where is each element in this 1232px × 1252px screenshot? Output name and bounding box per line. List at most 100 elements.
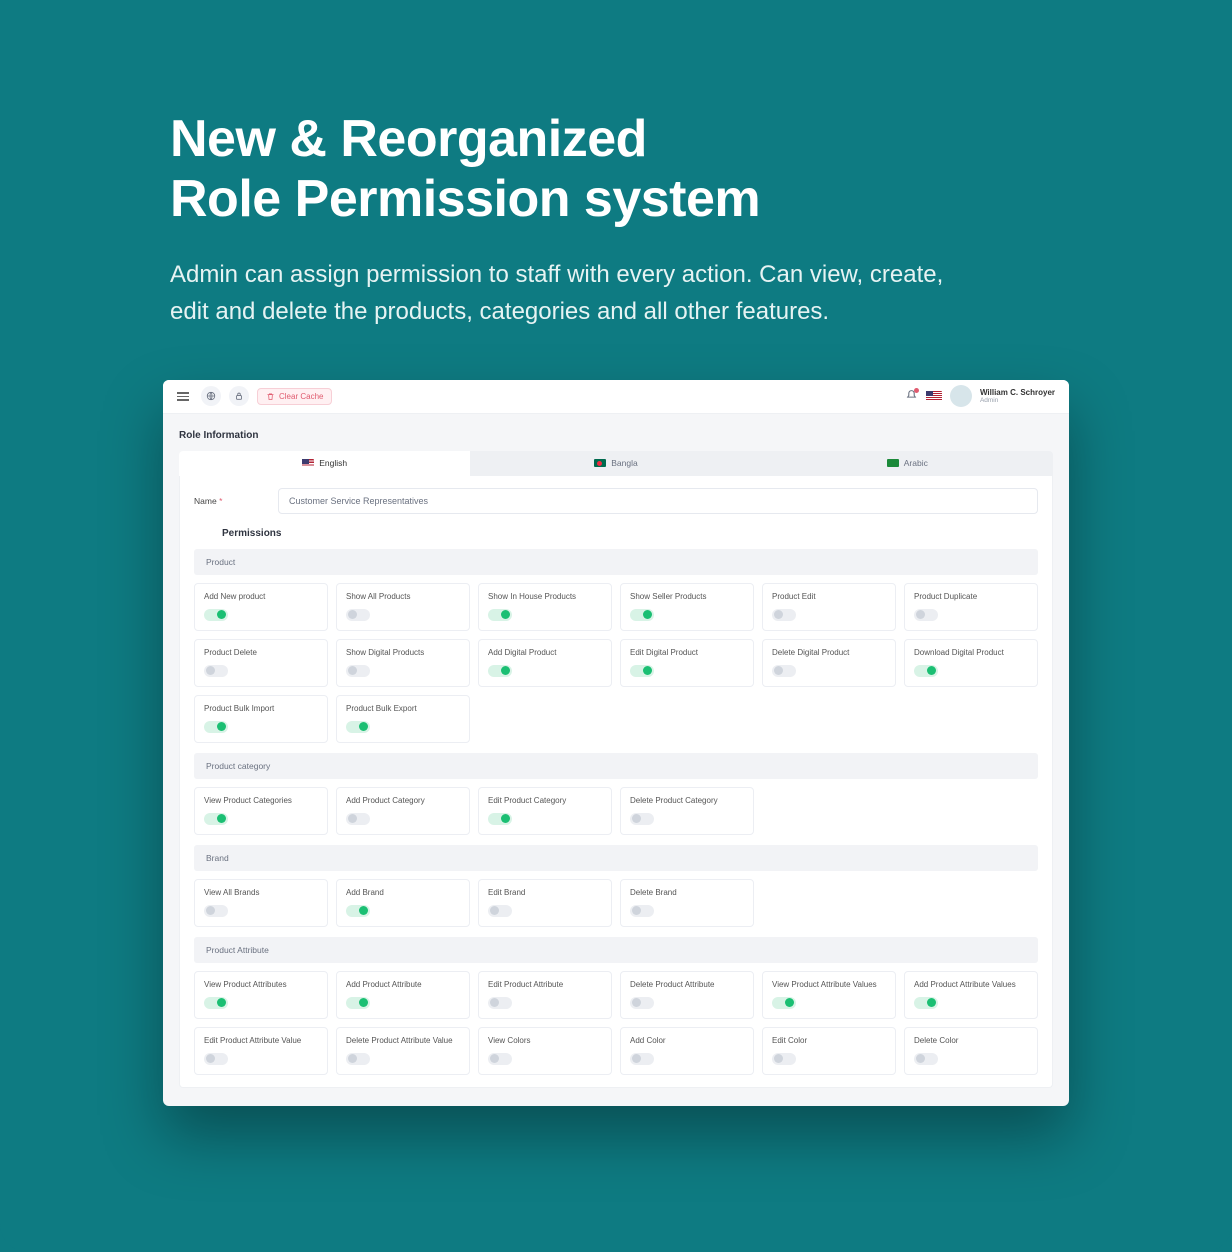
permission-card: Edit Product Attribute Value [194, 1027, 328, 1075]
permission-toggle[interactable] [488, 905, 512, 917]
permission-group-header: Product Attribute [194, 937, 1038, 963]
permission-label: Add Brand [346, 888, 460, 898]
toggle-knob [774, 1054, 783, 1063]
trash-icon [266, 392, 275, 401]
permission-toggle[interactable] [346, 905, 370, 917]
flag-us-icon[interactable] [926, 391, 942, 401]
user-name: William C. Schroyer [980, 389, 1055, 398]
permission-label: Add Product Attribute Values [914, 980, 1028, 990]
permission-toggle[interactable] [914, 609, 938, 621]
permission-card: Product Edit [762, 583, 896, 631]
permission-card: Add Brand [336, 879, 470, 927]
toggle-knob [348, 610, 357, 619]
permission-label: View Product Categories [204, 796, 318, 806]
permission-label: Edit Color [772, 1036, 886, 1046]
permission-toggle[interactable] [630, 609, 654, 621]
permission-card: View Colors [478, 1027, 612, 1075]
permission-toggle[interactable] [772, 665, 796, 677]
hero-title-line2: Role Permission system [170, 170, 760, 228]
role-name-input[interactable] [278, 488, 1038, 514]
permission-label: Product Duplicate [914, 592, 1028, 602]
permission-card: Product Bulk Export [336, 695, 470, 743]
permission-toggle[interactable] [630, 813, 654, 825]
permission-card: Edit Product Category [478, 787, 612, 835]
globe-button[interactable] [201, 386, 221, 406]
permission-toggle[interactable] [346, 721, 370, 733]
permission-card: Product Duplicate [904, 583, 1038, 631]
permission-toggle[interactable] [772, 997, 796, 1009]
permission-label: Product Edit [772, 592, 886, 602]
notifications-button[interactable] [905, 389, 918, 404]
permission-toggle[interactable] [204, 813, 228, 825]
permission-toggle[interactable] [914, 665, 938, 677]
permissions-title: Permissions [222, 528, 1038, 539]
permission-toggle[interactable] [488, 1053, 512, 1065]
permission-card: View All Brands [194, 879, 328, 927]
permission-card: View Product Categories [194, 787, 328, 835]
permission-toggle[interactable] [204, 997, 228, 1009]
toggle-knob [206, 666, 215, 675]
permission-card: Delete Product Category [620, 787, 754, 835]
permission-toggle[interactable] [630, 1053, 654, 1065]
toggle-knob [359, 722, 368, 731]
permission-label: Add Color [630, 1036, 744, 1046]
toggle-knob [916, 1054, 925, 1063]
permission-toggle[interactable] [772, 609, 796, 621]
permission-toggle[interactable] [630, 997, 654, 1009]
permission-label: Add Digital Product [488, 648, 602, 658]
avatar[interactable] [950, 385, 972, 407]
permission-toggle[interactable] [914, 997, 938, 1009]
lock-button[interactable] [229, 386, 249, 406]
permission-grid: View All BrandsAdd BrandEdit BrandDelete… [194, 879, 1038, 927]
permission-toggle[interactable] [204, 721, 228, 733]
permission-card: Add New product [194, 583, 328, 631]
toggle-knob [490, 998, 499, 1007]
permission-grid: View Product AttributesAdd Product Attri… [194, 971, 1038, 1075]
toggle-knob [217, 814, 226, 823]
name-label: Name * [194, 496, 264, 506]
toggle-knob [206, 1054, 215, 1063]
permission-toggle[interactable] [630, 665, 654, 677]
permission-toggle[interactable] [488, 997, 512, 1009]
permission-toggle[interactable] [346, 997, 370, 1009]
toggle-knob [348, 814, 357, 823]
toggle-knob [490, 1054, 499, 1063]
user-meta[interactable]: William C. Schroyer Admin [980, 389, 1055, 405]
tab-bangla[interactable]: Bangla [470, 451, 761, 476]
menu-icon[interactable] [177, 392, 189, 401]
permission-toggle[interactable] [488, 665, 512, 677]
tab-bangla-label: Bangla [611, 458, 637, 468]
permission-toggle[interactable] [346, 1053, 370, 1065]
clear-cache-button[interactable]: Clear Cache [257, 388, 332, 405]
permission-toggle[interactable] [488, 609, 512, 621]
toggle-knob [632, 906, 641, 915]
role-panel: Name * Permissions ProductAdd New produc… [179, 476, 1053, 1088]
permission-toggle[interactable] [346, 665, 370, 677]
toggle-knob [501, 814, 510, 823]
permission-toggle[interactable] [204, 665, 228, 677]
permission-label: Product Bulk Export [346, 704, 460, 714]
permission-toggle[interactable] [204, 905, 228, 917]
toggle-knob [359, 906, 368, 915]
permission-label: Edit Product Attribute [488, 980, 602, 990]
permission-toggle[interactable] [346, 813, 370, 825]
permission-toggle[interactable] [204, 1053, 228, 1065]
permission-toggle[interactable] [488, 813, 512, 825]
permission-card: Edit Product Attribute [478, 971, 612, 1019]
permission-toggle[interactable] [630, 905, 654, 917]
notification-dot [914, 388, 919, 393]
permission-card: Download Digital Product [904, 639, 1038, 687]
permission-toggle[interactable] [204, 609, 228, 621]
permission-card: Add Product Category [336, 787, 470, 835]
tab-arabic[interactable]: Arabic [762, 451, 1053, 476]
permission-card: Product Delete [194, 639, 328, 687]
permission-label: View Colors [488, 1036, 602, 1046]
permission-label: Delete Color [914, 1036, 1028, 1046]
toggle-knob [217, 998, 226, 1007]
permission-toggle[interactable] [346, 609, 370, 621]
permission-toggle[interactable] [772, 1053, 796, 1065]
permission-card: Show All Products [336, 583, 470, 631]
tab-english[interactable]: English [179, 451, 470, 476]
toggle-knob [217, 722, 226, 731]
permission-toggle[interactable] [914, 1053, 938, 1065]
